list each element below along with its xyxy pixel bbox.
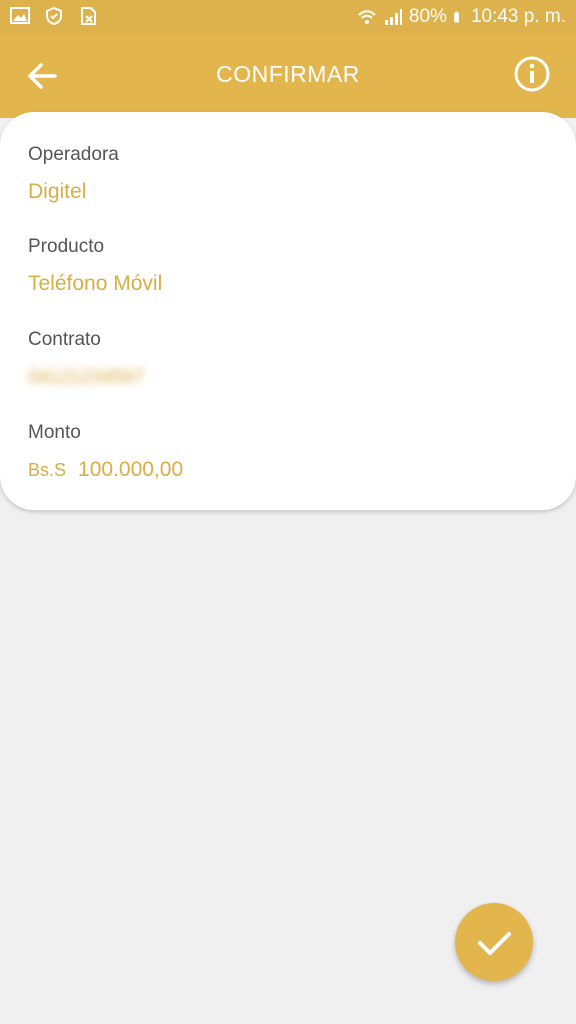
amount-label: Monto xyxy=(28,422,81,443)
check-icon xyxy=(478,932,511,955)
product-label: Producto xyxy=(28,236,105,257)
currency-label: Bs.S xyxy=(28,460,67,480)
app-bar: CONFIRMAR xyxy=(0,34,576,118)
info-button[interactable] xyxy=(512,54,552,94)
blocked-file-icon xyxy=(81,7,96,25)
battery-icon xyxy=(454,11,459,23)
wifi-icon xyxy=(358,10,376,24)
amount-row: Bs.S 100.000,00 xyxy=(28,458,183,482)
info-icon xyxy=(514,56,550,92)
image-icon xyxy=(10,7,30,24)
clock: 10:43 p. m. xyxy=(470,6,566,27)
contract-label: Contrato xyxy=(28,329,101,350)
status-system: 80% 10:43 p. m. xyxy=(357,6,566,28)
product-value: Teléfono Móvil xyxy=(28,272,163,295)
confirmation-card: Operadora Digitel Producto Teléfono Móvi… xyxy=(0,112,576,510)
battery-percent: 80% xyxy=(408,6,447,27)
confirm-button[interactable] xyxy=(455,903,533,981)
shield-icon xyxy=(46,6,62,26)
contract-value: 04121234567 xyxy=(28,367,145,388)
operator-field: Operadora Digitel xyxy=(28,144,119,204)
operator-label: Operadora xyxy=(28,144,119,165)
signal-icon xyxy=(384,9,402,25)
amount-field: Monto Bs.S 100.000,00 xyxy=(28,422,183,482)
operator-value: Digitel xyxy=(28,180,87,203)
product-field: Producto Teléfono Móvil xyxy=(28,236,162,296)
status-notifications xyxy=(10,6,98,26)
amount-value: 100.000,00 xyxy=(78,458,184,481)
status-bar: 80% 10:43 p. m. xyxy=(0,0,576,34)
page-title: CONFIRMAR xyxy=(216,61,360,87)
contract-field: Contrato 04121234567 xyxy=(28,329,144,389)
